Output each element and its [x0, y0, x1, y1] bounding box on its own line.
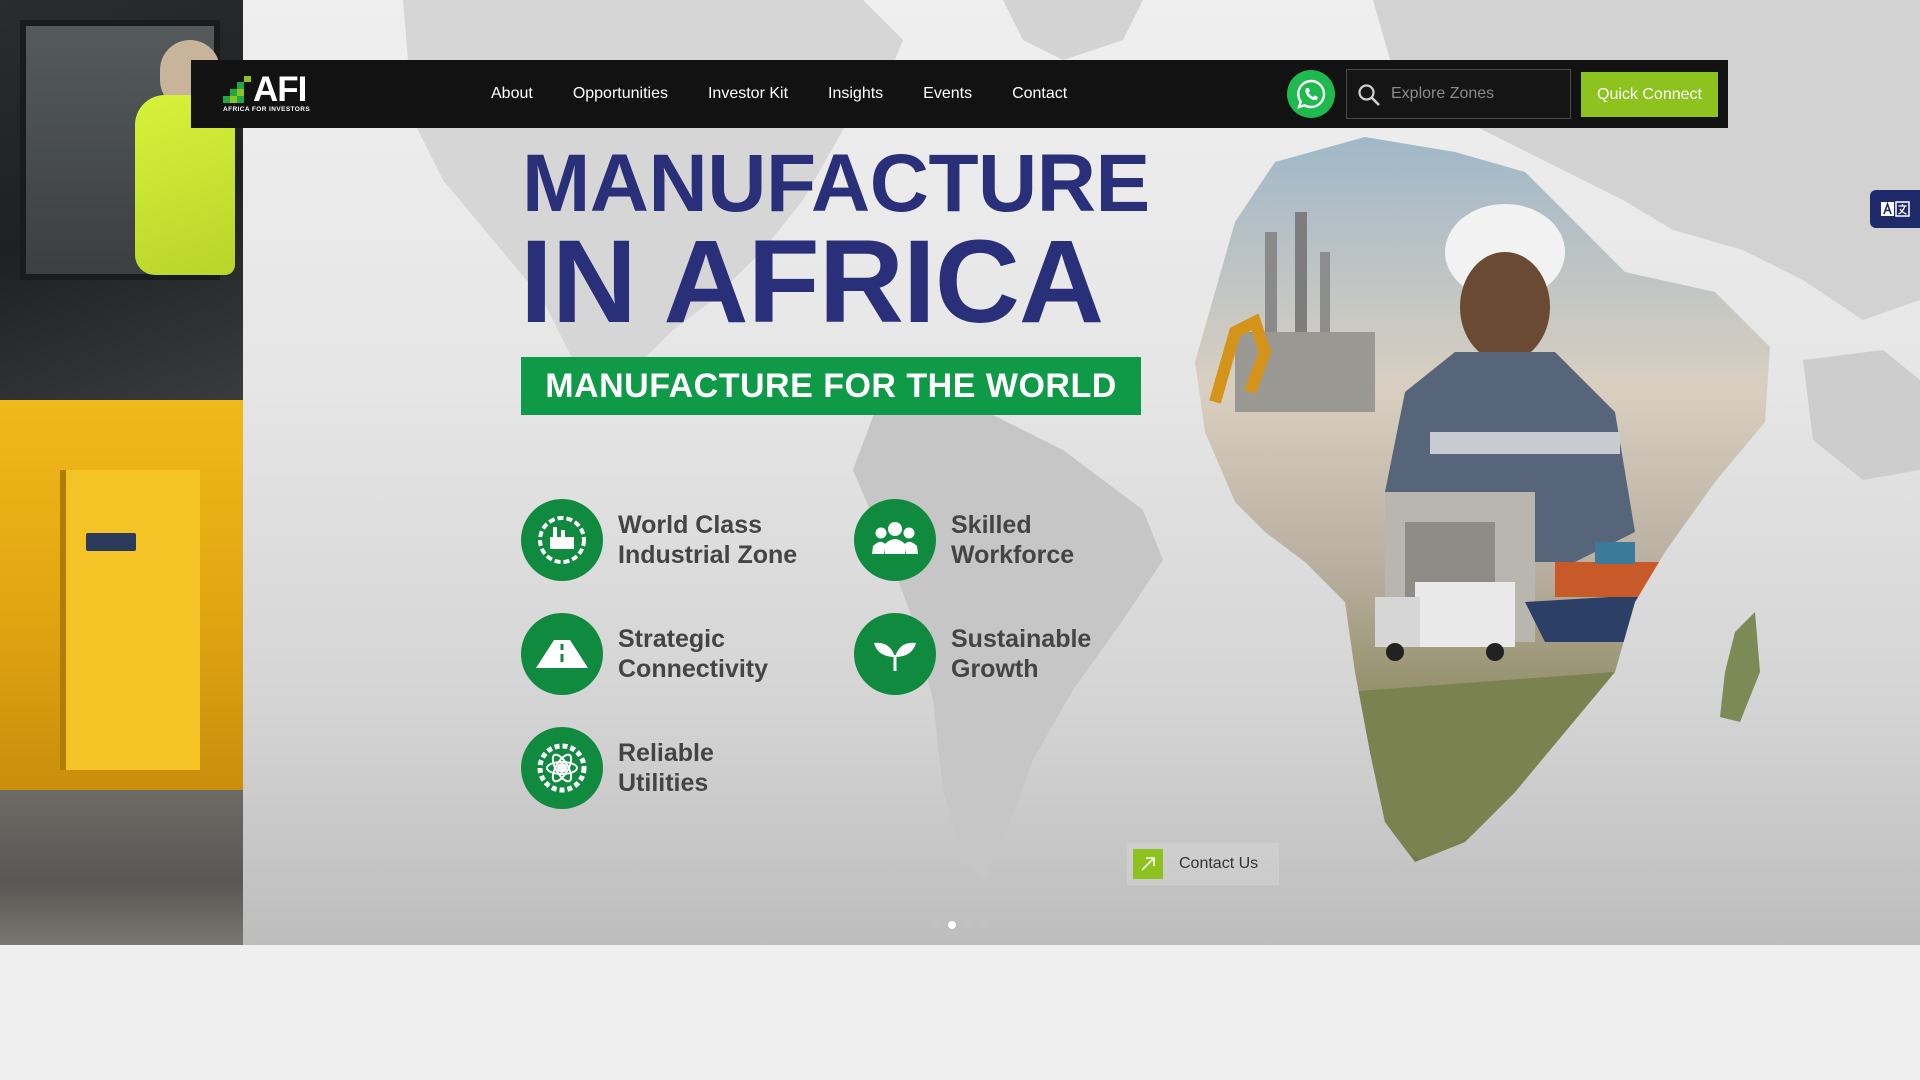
carousel-dot-3[interactable] [964, 921, 972, 929]
photo-machine-ladder [60, 470, 200, 770]
nav-insights[interactable]: Insights [828, 85, 883, 103]
carousel-dot-2[interactable] [948, 921, 956, 929]
translate-icon [1881, 201, 1910, 217]
nav-opportunities[interactable]: Opportunities [573, 85, 668, 103]
feature-label-line1: Strategic [618, 625, 725, 653]
utilities-gear-icon [521, 727, 603, 809]
nav-events[interactable]: Events [923, 85, 972, 103]
feature-sustainable-growth: Sustainable Growth [854, 613, 1151, 695]
headline-line1: MANUFACTURE [522, 138, 1150, 229]
feature-label-line2: Workforce [951, 541, 1075, 569]
nav-links: About Opportunities Investor Kit Insight… [491, 60, 1107, 128]
whatsapp-button[interactable] [1287, 70, 1335, 118]
carousel-dot-1[interactable] [932, 921, 940, 929]
road-icon [521, 613, 603, 695]
search-icon [1358, 84, 1380, 106]
africa-collage-image [1195, 137, 1770, 862]
search-input[interactable] [1391, 80, 1561, 108]
industrial-zone-icon [521, 499, 603, 581]
feature-label-line2: Industrial Zone [618, 541, 798, 569]
top-navbar: AFI AFRICA FOR INVESTORS About Opportuni… [191, 60, 1728, 128]
logo-text: AFI [253, 70, 307, 109]
tagline-text: MANUFACTURE FOR THE WORLD [545, 366, 1117, 405]
search-box [1346, 69, 1571, 119]
feature-reliable-utilities: Reliable Utilities [521, 727, 818, 809]
leaf-icon [854, 613, 936, 695]
feature-industrial-zone: World Class Industrial Zone [521, 499, 818, 581]
translate-button[interactable] [1870, 190, 1920, 228]
contact-us-button[interactable]: Contact Us [1127, 843, 1279, 885]
photo-machine-plate [86, 533, 136, 551]
feature-label-line2: Utilities [618, 769, 709, 797]
photo-ground [0, 790, 243, 945]
afi-logo[interactable]: AFI AFRICA FOR INVESTORS [223, 70, 313, 116]
workforce-icon [854, 499, 936, 581]
arrow-up-right-icon [1133, 849, 1163, 879]
feature-label-line2: Connectivity [618, 655, 769, 683]
page: MANUFACTURE IN AFRICA MANUFACTURE FOR TH… [0, 0, 1920, 1080]
feature-label-line1: Sustainable [951, 625, 1092, 653]
logo-subtitle: AFRICA FOR INVESTORS [223, 106, 311, 113]
nav-contact[interactable]: Contact [1012, 85, 1067, 103]
nav-about[interactable]: About [491, 85, 533, 103]
feature-label-line2: Growth [951, 655, 1039, 683]
carousel-dots [932, 921, 996, 929]
feature-label-line1: Reliable [618, 739, 714, 767]
side-photo-loader-cab [0, 0, 243, 945]
feature-skilled-workforce: Skilled Workforce [854, 499, 1151, 581]
headline-line2: IN AFRICA [520, 216, 1104, 348]
tagline-banner: MANUFACTURE FOR THE WORLD [521, 357, 1141, 415]
nav-investor-kit[interactable]: Investor Kit [708, 85, 788, 103]
carousel-dot-4[interactable] [980, 921, 988, 929]
feature-label-line1: Skilled [951, 511, 1032, 539]
quick-connect-button[interactable]: Quick Connect [1581, 72, 1718, 117]
contact-us-label: Contact Us [1179, 855, 1259, 872]
feature-strategic-connectivity: Strategic Connectivity [521, 613, 818, 695]
logo-mark-icon [223, 76, 251, 103]
whatsapp-icon [1297, 79, 1326, 109]
feature-label-line1: World Class [618, 511, 763, 539]
